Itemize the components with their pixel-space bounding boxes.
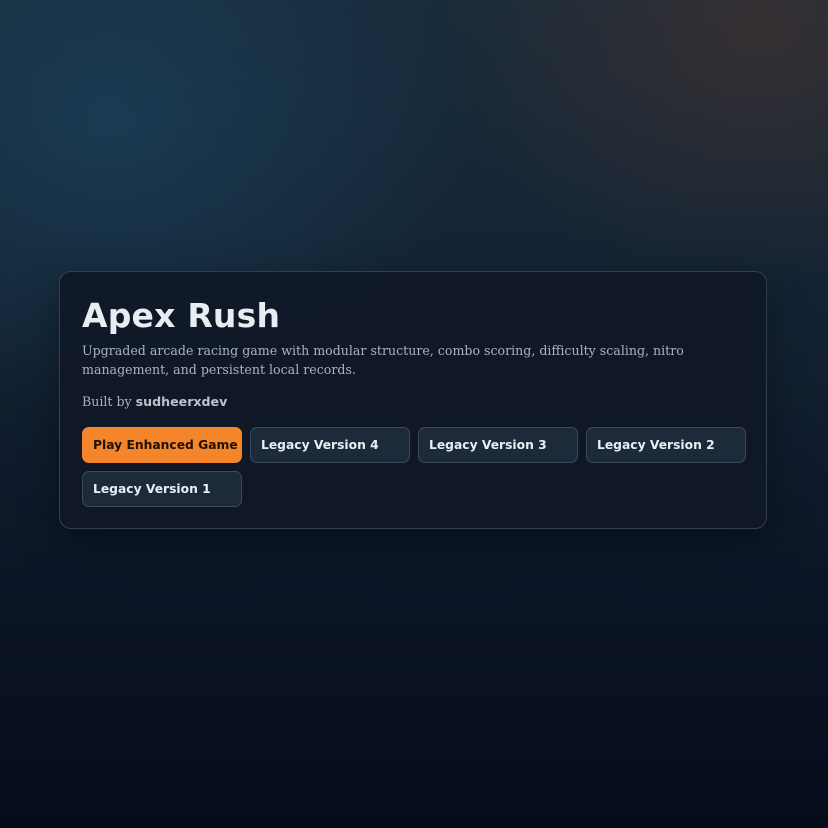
legacy-version-3-button[interactable]: Legacy Version 3 — [418, 427, 578, 463]
legacy-version-4-button[interactable]: Legacy Version 4 — [250, 427, 410, 463]
credit-line: Built by sudheerxdev — [82, 393, 227, 411]
game-card: Apex Rush Upgraded arcade racing game wi… — [59, 271, 767, 529]
page-title: Apex Rush — [82, 296, 281, 335]
author-name: sudheerxdev — [135, 394, 228, 409]
play-enhanced-button[interactable]: Play Enhanced Game — [82, 427, 242, 463]
credit-prefix: Built by — [82, 394, 136, 409]
legacy-version-2-button[interactable]: Legacy Version 2 — [586, 427, 746, 463]
game-description: Upgraded arcade racing game with modular… — [82, 343, 684, 377]
legacy-version-1-button[interactable]: Legacy Version 1 — [82, 471, 242, 507]
